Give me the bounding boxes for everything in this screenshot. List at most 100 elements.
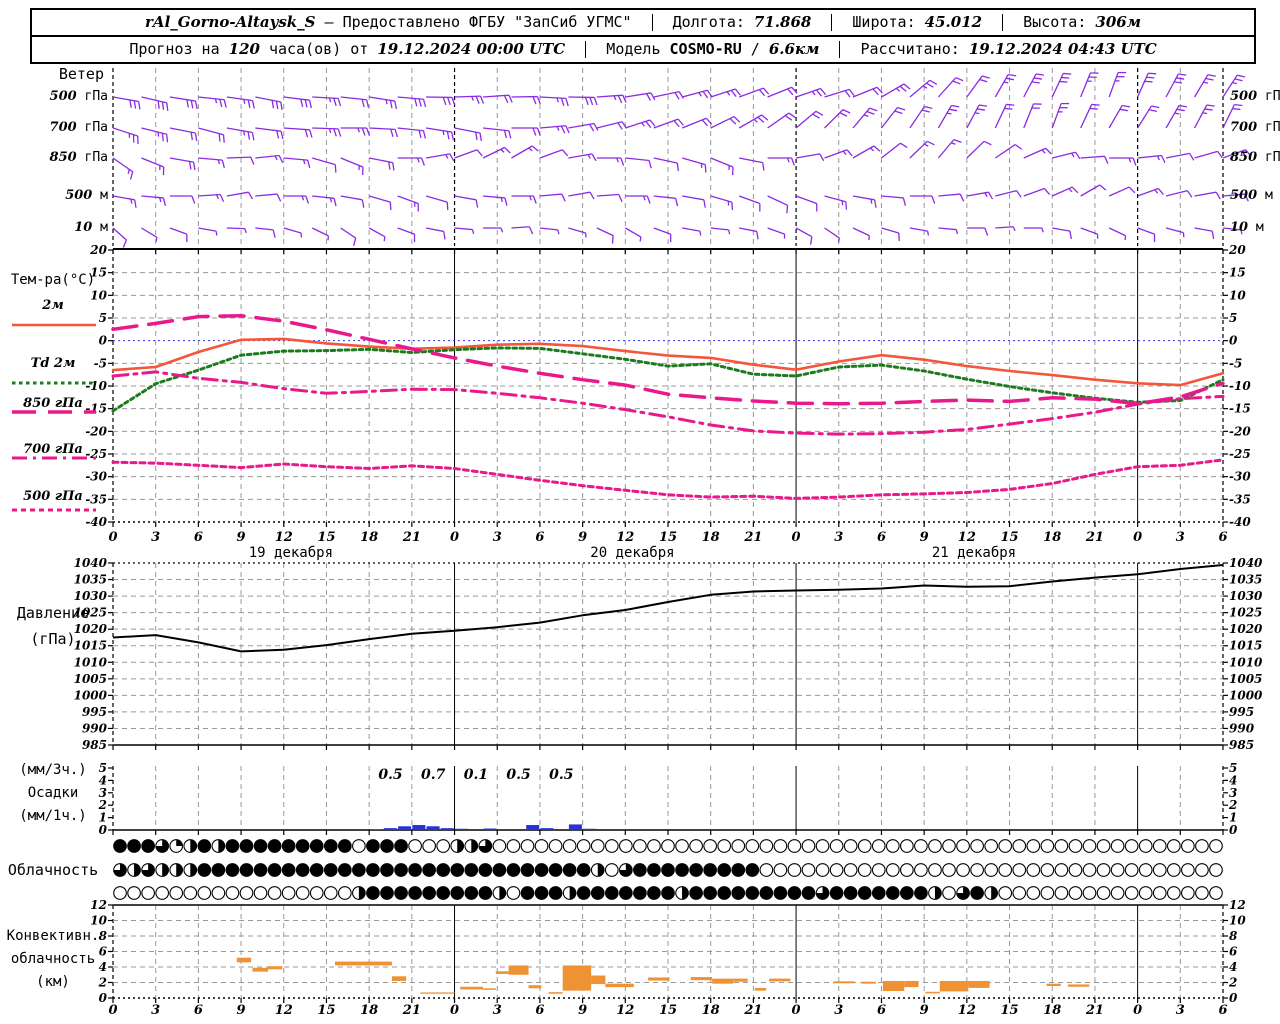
svg-text:6: 6	[1218, 530, 1227, 545]
wind-panel-title: Ветер	[0, 66, 120, 82]
wind-level-label: 500 гПа	[1230, 89, 1280, 105]
svg-text:0: 0	[450, 1003, 459, 1018]
svg-text:1000: 1000	[1229, 688, 1263, 702]
svg-text:6: 6	[535, 1003, 544, 1018]
svg-text:3: 3	[834, 1003, 843, 1018]
temp-legend-line-1	[10, 378, 98, 388]
alt-value: 306м	[1095, 13, 1141, 31]
wind-level-label: 10 м	[1230, 220, 1280, 236]
meteogram-plot-svg: 2020151510105500-5-5-10-10-15-15-20-20-2…	[0, 0, 1280, 1024]
provider-text: Предоставлено ФГБУ "ЗапСиб УГМС"	[343, 13, 632, 31]
svg-text:18: 18	[360, 1003, 378, 1018]
svg-text:3: 3	[151, 530, 160, 545]
convective-cloud-bar	[691, 977, 712, 980]
wind-level-label: 500 м	[1230, 188, 1280, 204]
wind-level-label: 850 гПа	[8, 150, 108, 166]
svg-text:3: 3	[834, 530, 843, 545]
precip-bar	[427, 826, 440, 830]
svg-text:12: 12	[275, 1003, 293, 1018]
svg-text:0: 0	[1133, 1003, 1142, 1018]
convective-cloud-bar	[268, 966, 282, 969]
wind-barbs-level-5	[113, 227, 1242, 248]
model-resolution: 6.6км	[769, 40, 820, 58]
svg-text:20 декабря: 20 декабря	[590, 545, 674, 561]
svg-text:1035: 1035	[1229, 573, 1262, 587]
alt-label: Высота:	[1023, 13, 1086, 31]
lat-value: 45.012	[925, 13, 982, 31]
precip-bars: 0.50.70.10.50.5	[370, 767, 596, 830]
svg-text:15: 15	[1000, 530, 1018, 545]
svg-text:995: 995	[82, 705, 107, 719]
svg-text:6: 6	[194, 1003, 203, 1018]
svg-text:18: 18	[702, 1003, 720, 1018]
precip-bar	[455, 829, 468, 830]
convective-cloud-bar	[563, 965, 591, 990]
svg-text:0: 0	[99, 823, 108, 837]
model-name: COSMO-RU	[670, 40, 742, 58]
svg-text:18: 18	[360, 530, 378, 545]
svg-text:12: 12	[90, 898, 107, 912]
svg-text:3: 3	[493, 530, 502, 545]
svg-text:1010: 1010	[74, 655, 108, 669]
svg-text:3: 3	[1176, 1003, 1185, 1018]
cloud-row-2	[114, 864, 1223, 877]
svg-text:6: 6	[877, 1003, 886, 1018]
svg-text:990: 990	[82, 721, 108, 735]
precip-bar	[398, 826, 411, 830]
svg-text:-25: -25	[1229, 447, 1251, 461]
svg-text:10: 10	[90, 914, 107, 928]
svg-text:9: 9	[237, 1003, 246, 1018]
precip-bar	[526, 825, 539, 830]
convective-cloud-bar	[833, 981, 854, 983]
svg-text:985: 985	[1229, 738, 1254, 752]
svg-text:-40: -40	[1229, 515, 1251, 529]
pressure-title-line2: (гПа)	[0, 631, 106, 647]
svg-text:-30: -30	[85, 470, 107, 484]
svg-text:6: 6	[535, 530, 544, 545]
convective-cloud-bar	[1068, 984, 1089, 986]
precip-title: Осадки	[0, 785, 106, 801]
svg-text:0: 0	[792, 530, 801, 545]
convective-cloud-bar	[769, 979, 790, 982]
svg-text:20: 20	[89, 243, 107, 257]
model-label: Модель	[606, 40, 660, 58]
temp-legend-line-0	[10, 320, 98, 330]
svg-text:0.5: 0.5	[378, 767, 402, 783]
svg-text:0: 0	[1229, 823, 1238, 837]
svg-text:-35: -35	[1229, 492, 1251, 506]
conv-title-line1: Конвективн.	[0, 928, 106, 944]
svg-text:21: 21	[1085, 530, 1104, 545]
svg-text:15: 15	[659, 1003, 677, 1018]
convective-cloud-bar	[648, 977, 669, 980]
svg-text:-20: -20	[1229, 424, 1251, 438]
svg-text:6: 6	[1218, 1003, 1227, 1018]
svg-text:1040: 1040	[74, 556, 108, 570]
svg-text:15: 15	[1229, 266, 1246, 280]
svg-text:15: 15	[317, 1003, 335, 1018]
svg-text:0: 0	[99, 991, 108, 1005]
header-separator	[652, 14, 653, 31]
precip-bar	[583, 829, 596, 830]
svg-text:19 декабря: 19 декабря	[249, 545, 333, 561]
temp-legend-line-3	[10, 453, 98, 463]
convective-cloud-bar	[862, 982, 876, 984]
svg-text:12: 12	[616, 530, 634, 545]
precip-bar	[498, 829, 511, 830]
convective-cloud-bar	[733, 979, 747, 982]
svg-text:1005: 1005	[1229, 672, 1262, 686]
svg-text:21: 21	[743, 1003, 762, 1018]
station-name: rAl_Gorno-Altaysk_S	[145, 13, 315, 31]
convective-cloud-bars	[237, 958, 1089, 994]
svg-text:9: 9	[920, 1003, 929, 1018]
svg-text:6: 6	[1229, 945, 1238, 959]
header-separator	[1002, 14, 1003, 31]
svg-text:18: 18	[702, 530, 720, 545]
svg-text:18: 18	[1043, 1003, 1061, 1018]
convective-cloud-bar	[926, 992, 940, 994]
svg-text:3: 3	[151, 1003, 160, 1018]
svg-text:9: 9	[920, 530, 929, 545]
convective-cloud-bar	[509, 965, 529, 974]
header-box: rAl_Gorno-Altaysk_S — Предоставлено ФГБУ…	[30, 8, 1256, 64]
svg-text:1030: 1030	[74, 589, 108, 603]
svg-text:0: 0	[99, 334, 108, 348]
